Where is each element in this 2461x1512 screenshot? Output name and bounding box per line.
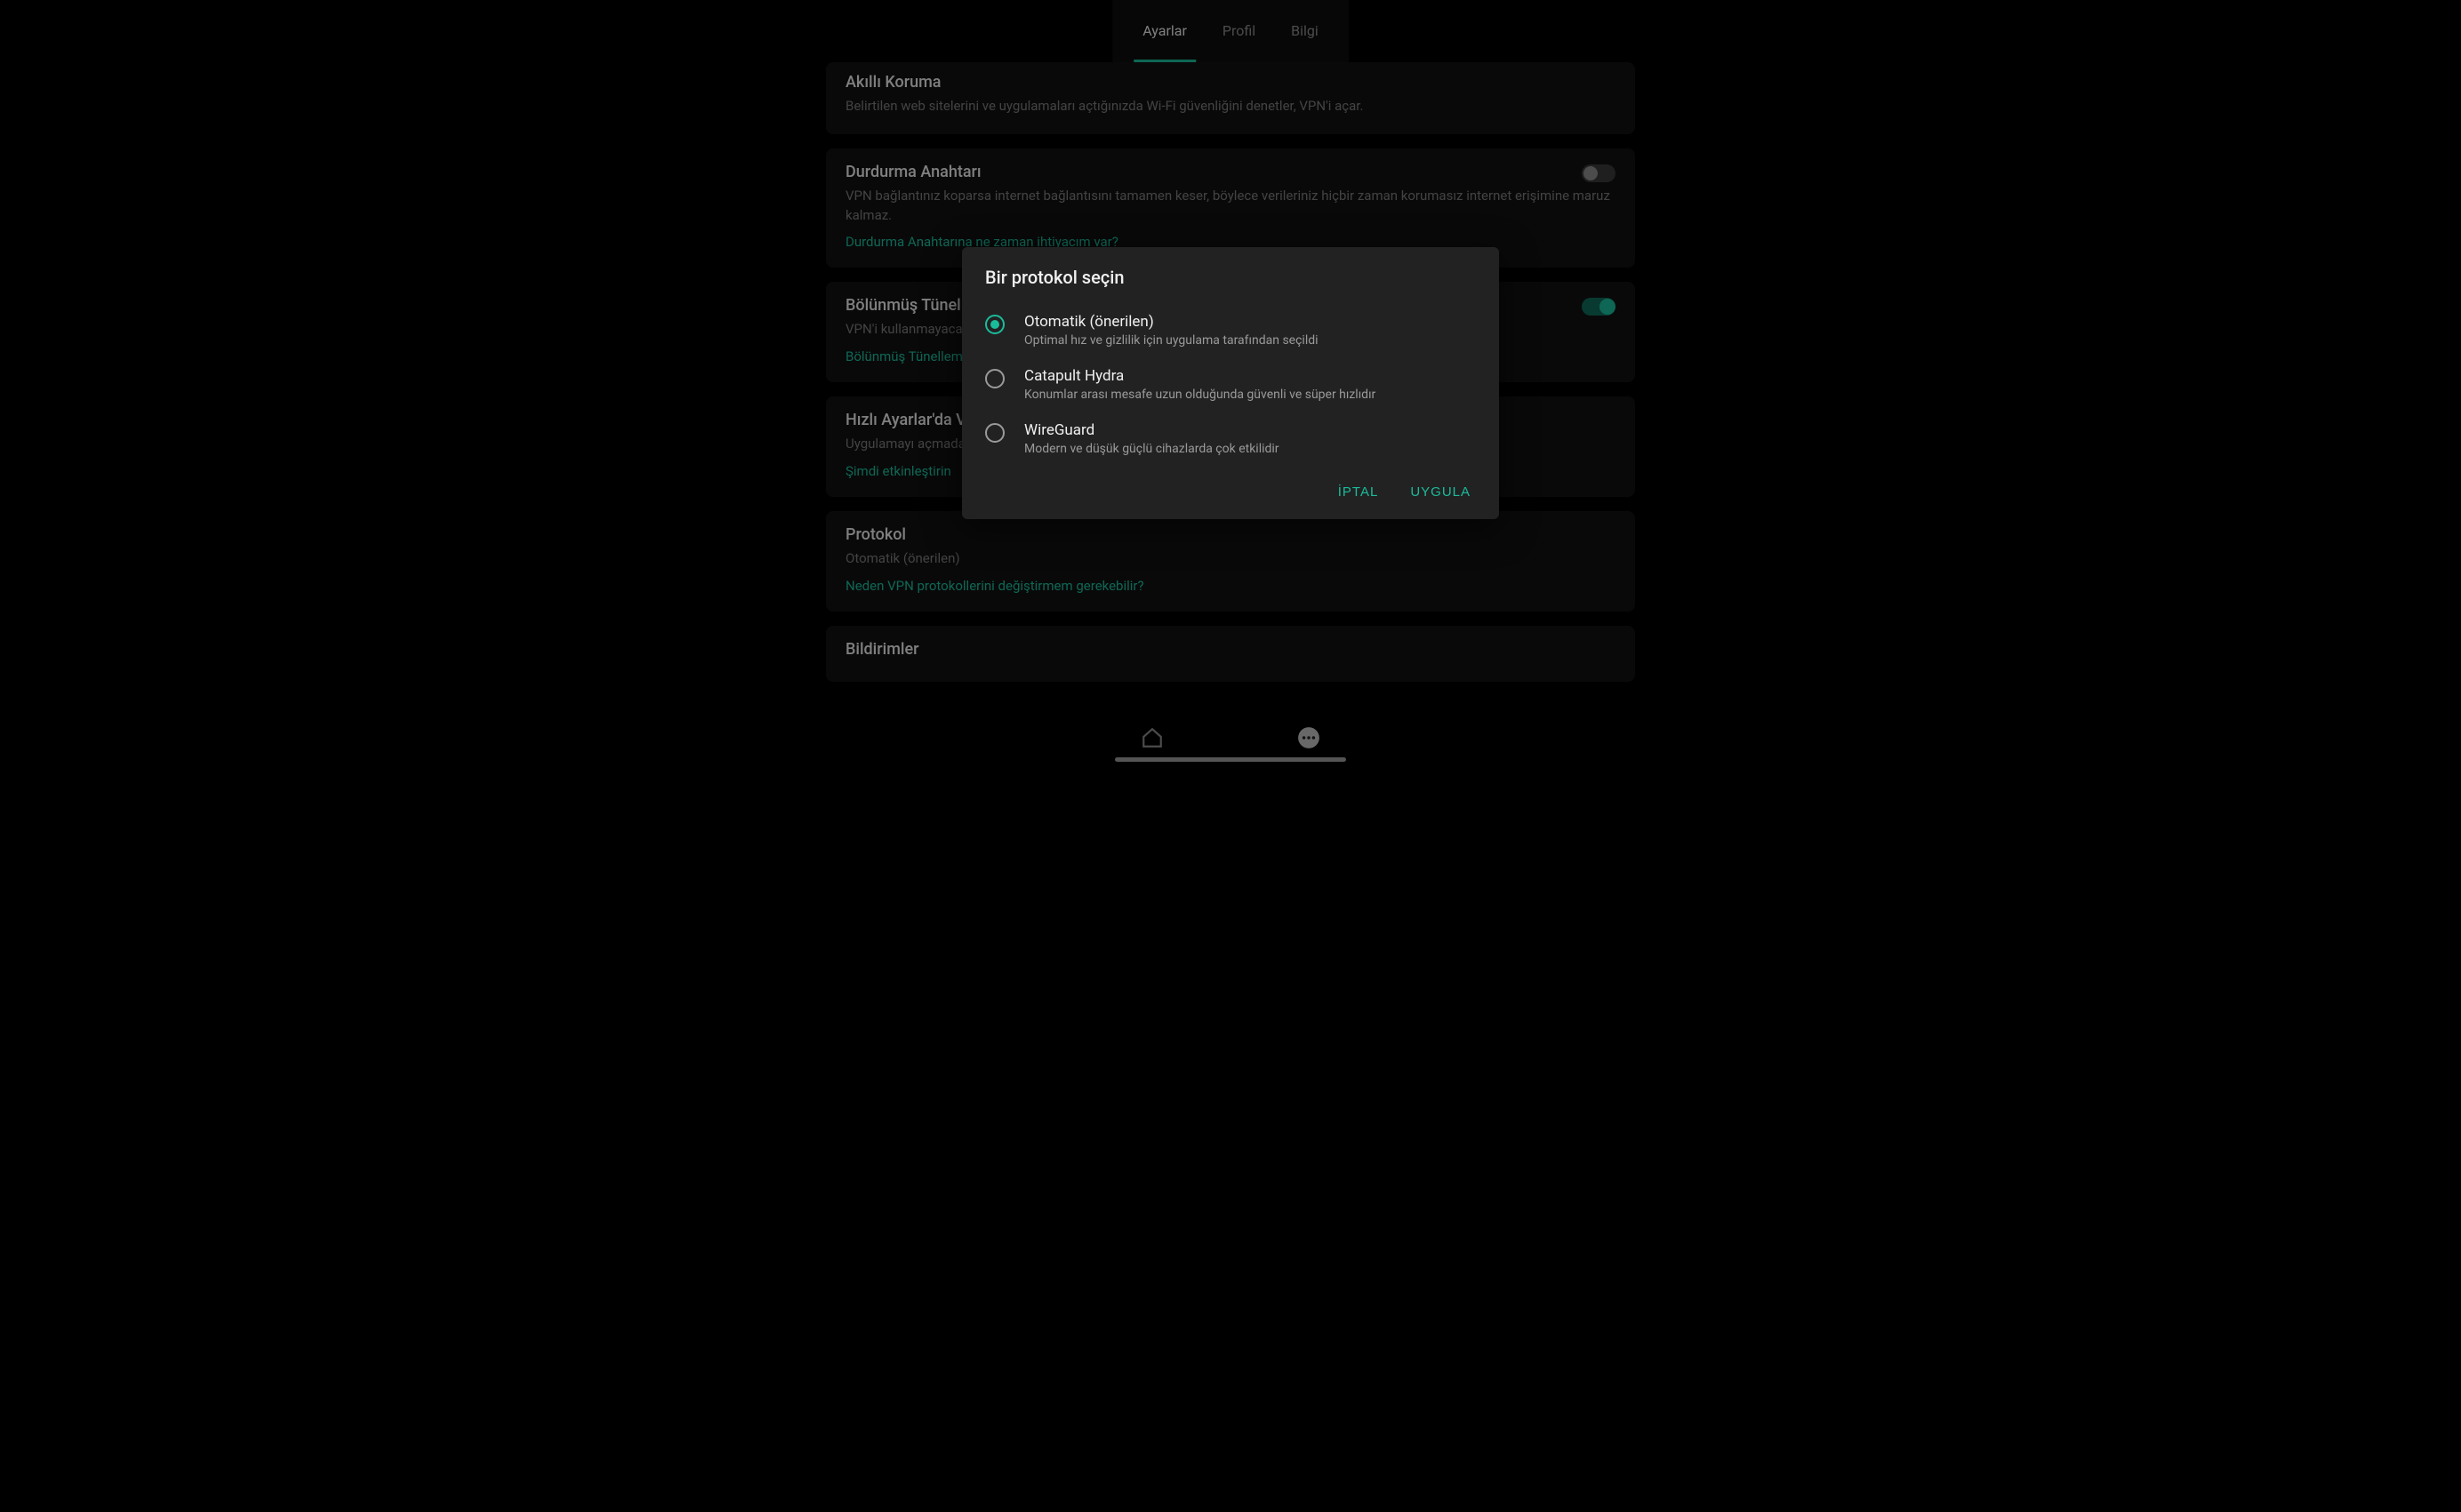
option-desc: Optimal hız ve gizlilik için uygulama ta… [1024, 333, 1319, 348]
option-label: Catapult Hydra [1024, 367, 1375, 385]
protocol-option-wireguard[interactable]: WireGuard Modern ve düşük güçlü cihazlar… [985, 414, 1476, 468]
dialog-actions: İPTAL UYGULA [985, 477, 1476, 507]
radio-unselected-icon [985, 369, 1005, 388]
option-desc: Konumlar arası mesafe uzun olduğunda güv… [1024, 388, 1375, 402]
dialog-title: Bir protokol seçin [985, 267, 1476, 288]
protocol-option-hydra[interactable]: Catapult Hydra Konumlar arası mesafe uzu… [985, 360, 1476, 414]
option-label: WireGuard [1024, 421, 1279, 439]
apply-button[interactable]: UYGULA [1405, 477, 1476, 507]
radio-unselected-icon [985, 423, 1005, 443]
option-desc: Modern ve düşük güçlü cihazlarda çok etk… [1024, 442, 1279, 456]
protocol-option-auto[interactable]: Otomatik (önerilen) Optimal hız ve gizli… [985, 306, 1476, 360]
option-label: Otomatik (önerilen) [1024, 313, 1319, 331]
protocol-dialog: Bir protokol seçin Otomatik (önerilen) O… [962, 247, 1499, 519]
cancel-button[interactable]: İPTAL [1333, 477, 1384, 507]
radio-selected-icon [985, 315, 1005, 334]
